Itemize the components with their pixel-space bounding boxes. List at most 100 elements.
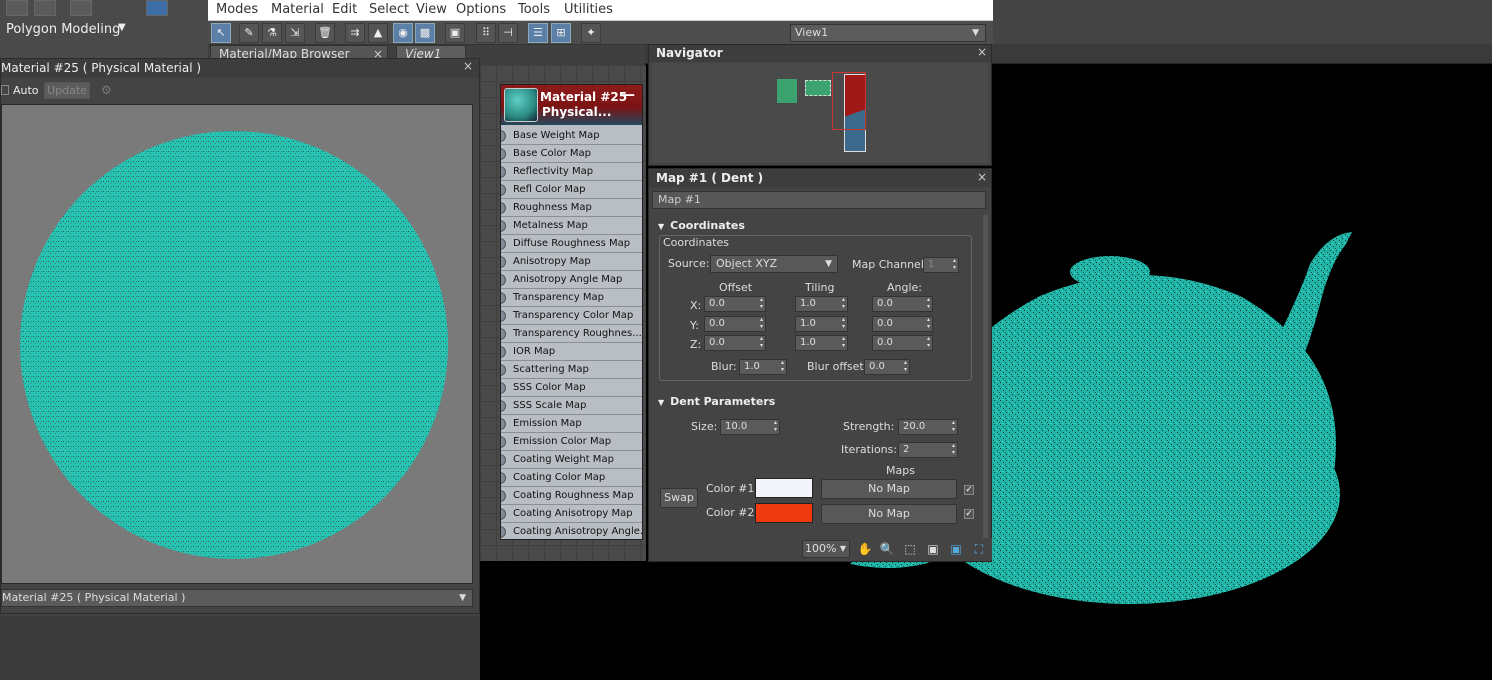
material-node[interactable]: Material #25 Physical... — Base Weight M… [500,84,643,540]
offset-z-spinner[interactable]: 0.0 [704,335,766,351]
node-slot[interactable]: Metalness Map [501,217,642,235]
close-icon[interactable]: × [977,170,987,184]
node-slot[interactable]: Coating Roughness Map [501,487,642,505]
eyedropper-icon[interactable]: ✎ [239,23,259,43]
slot-socket-icon[interactable] [501,166,506,178]
node-slot[interactable]: Roughness Map [501,199,642,217]
slot-socket-icon[interactable] [501,382,506,394]
blur-offset-spinner[interactable]: 0.0 [864,359,910,375]
menu-material[interactable]: Material [271,2,324,17]
zoom-icon[interactable]: 🔍 [878,540,896,558]
assign-material-icon[interactable]: ⇲ [285,23,305,43]
slot-socket-icon[interactable] [501,400,506,412]
slot-socket-icon[interactable] [501,130,506,142]
tiling-y-spinner[interactable]: 1.0 [795,316,848,332]
node-slot[interactable]: Coating Anisotropy Map [501,505,642,523]
slot-socket-icon[interactable] [501,328,506,340]
slot-socket-icon[interactable] [501,418,506,430]
menu-tools[interactable]: Tools [518,2,550,17]
swap-button[interactable]: Swap [660,488,698,508]
color1-map-button[interactable]: No Map [821,479,957,499]
node-slot[interactable]: Diffuse Roughness Map [501,235,642,253]
slot-socket-icon[interactable] [501,310,506,322]
parameter-editor-toggle-icon[interactable]: ⊞ [551,23,571,43]
angle-x-spinner[interactable]: 0.0 [872,296,933,312]
pan-icon[interactable]: ✋ [856,540,874,558]
tiling-z-spinner[interactable]: 1.0 [795,335,848,351]
node-slot[interactable]: Transparency Roughnes... [501,325,642,343]
ribbon-mode-label[interactable]: Polygon Modeling [6,22,120,37]
color1-swatch[interactable] [755,478,813,498]
node-slot[interactable]: SSS Scale Map [501,397,642,415]
node-slot[interactable]: Coating Anisotropy Angle... [501,523,642,539]
slot-socket-icon[interactable] [501,202,506,214]
node-slot[interactable]: Reflectivity Map [501,163,642,181]
fit-view-icon[interactable]: ⛶ [970,540,988,558]
zoom-extents-icon[interactable]: ▣ [924,540,942,558]
map-name-field[interactable]: Map #1 [652,191,986,209]
select-by-material-icon[interactable]: ✦ [581,23,601,43]
auto-checkbox[interactable] [1,85,9,95]
slot-socket-icon[interactable] [501,364,506,376]
ribbon-tool-icon[interactable] [70,0,92,16]
window-title[interactable]: Material #25 ( Physical Material ) [1,59,479,78]
slot-socket-icon[interactable] [501,436,506,448]
node-slot[interactable]: Coating Color Map [501,469,642,487]
color2-map-checkbox[interactable]: ✓ [964,509,974,519]
hide-unused-icon[interactable]: ▲ [368,23,388,43]
menu-modes[interactable]: Modes [216,2,258,17]
close-icon[interactable]: × [463,59,473,73]
zoom-dropdown[interactable]: 100% ▼ [802,540,850,558]
scrollbar[interactable] [983,215,988,539]
node-slot[interactable]: Emission Color Map [501,433,642,451]
material-preview[interactable] [1,104,473,584]
slot-socket-icon[interactable] [501,220,506,232]
slot-socket-icon[interactable] [501,526,506,538]
node-slot[interactable]: SSS Color Map [501,379,642,397]
pick-material-icon[interactable]: ⚗ [262,23,282,43]
view-dropdown[interactable]: View1 ▼ [790,24,986,42]
navigator-title[interactable]: Navigator [649,45,991,62]
ribbon-tool-icon[interactable] [146,0,168,16]
options-icon[interactable]: ⚙ [101,83,112,97]
map-channel-spinner[interactable]: 1 [923,257,959,273]
color2-map-button[interactable]: No Map [821,504,957,524]
node-slot[interactable]: Emission Map [501,415,642,433]
material-dropdown[interactable]: Material #25 ( Physical Material ) ▼ [1,589,473,607]
coordinates-rollout-header[interactable]: ▼ Coordinates [652,217,980,235]
ribbon-tool-icon[interactable] [34,0,56,16]
angle-z-spinner[interactable]: 0.0 [872,335,933,351]
size-spinner[interactable]: 10.0 [720,419,780,435]
iterations-spinner[interactable]: 2 [898,442,958,458]
tiling-x-spinner[interactable]: 1.0 [795,296,848,312]
source-dropdown[interactable]: Object XYZ ▼ [710,255,838,273]
menu-options[interactable]: Options [456,2,506,17]
map-panel-title[interactable]: Map #1 ( Dent ) [649,169,991,187]
chevron-down-icon[interactable]: ▼ [118,22,126,33]
zoom-extents-selected-icon[interactable]: ▣ [947,540,965,558]
slot-socket-icon[interactable] [501,454,506,466]
node-slot[interactable]: Base Weight Map [501,127,642,145]
node-slot[interactable]: Base Color Map [501,145,642,163]
layout-all-icon[interactable]: ⠿ [476,23,496,43]
blur-spinner[interactable]: 1.0 [739,359,787,375]
menu-select[interactable]: Select [369,2,409,17]
node-slot[interactable]: Scattering Map [501,361,642,379]
color2-swatch[interactable] [755,503,813,523]
strength-spinner[interactable]: 20.0 [898,419,958,435]
color1-map-checkbox[interactable]: ✓ [964,485,974,495]
slot-socket-icon[interactable] [501,238,506,250]
material-browser-toggle-icon[interactable]: ☰ [528,23,548,43]
node-slot[interactable]: IOR Map [501,343,642,361]
dent-parameters-rollout-header[interactable]: ▼ Dent Parameters [652,393,980,411]
zoom-region-icon[interactable]: ⬚ [901,540,919,558]
show-background-icon[interactable]: ▩ [415,23,435,43]
slot-socket-icon[interactable] [501,184,506,196]
node-slot[interactable]: Transparency Color Map [501,307,642,325]
slot-socket-icon[interactable] [501,472,506,484]
node-slot[interactable]: Anisotropy Map [501,253,642,271]
close-icon[interactable]: × [977,45,987,59]
delete-icon[interactable]: 🗑 [315,23,335,43]
ribbon-tool-icon[interactable] [6,0,28,16]
navigator-viewport-rect[interactable] [832,72,866,130]
